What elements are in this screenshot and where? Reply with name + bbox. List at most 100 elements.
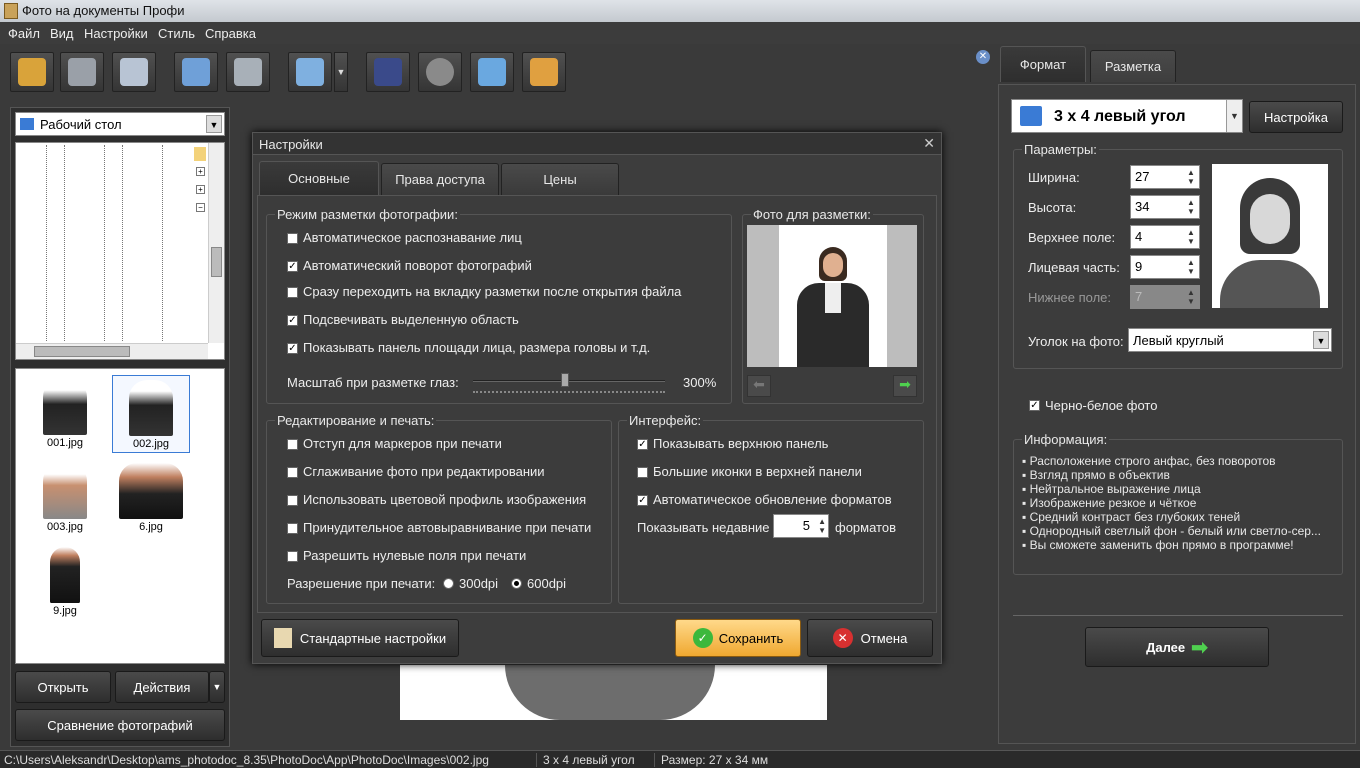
chevron-down-icon[interactable]: ▼ <box>1226 100 1242 132</box>
bw-checkbox[interactable]: ✓ <box>1029 400 1040 411</box>
face-panel-checkbox[interactable]: ✓ <box>287 343 298 354</box>
edit-print-title: Редактирование и печать: <box>275 413 437 428</box>
chevron-down-icon[interactable]: ▼ <box>1313 331 1329 349</box>
tab-general[interactable]: Основные <box>259 161 379 195</box>
status-bar: C:\Users\Aleksandr\Desktop\ams_photodoc_… <box>0 750 1360 768</box>
monitor-dropdown[interactable]: ▼ <box>334 52 348 92</box>
format-settings-button[interactable]: Настройка <box>1249 101 1343 133</box>
expand-icon[interactable]: + <box>196 167 205 176</box>
tab-format[interactable]: Формат <box>1000 46 1086 82</box>
print-icon <box>120 58 148 86</box>
photo-canvas[interactable] <box>400 665 827 720</box>
slider-thumb[interactable] <box>561 373 570 387</box>
menu-file[interactable]: Файл <box>8 26 40 41</box>
close-icon[interactable]: ✕ <box>923 135 935 152</box>
format-select[interactable]: 3 x 4 левый угол ▼ <box>1011 99 1243 133</box>
open-folder-button[interactable] <box>10 52 54 92</box>
left-panel: Рабочий стол ▼ + + − 001.jpg 002.jpg 003… <box>10 107 230 747</box>
collapse-icon[interactable]: − <box>196 203 205 212</box>
defaults-button[interactable]: Стандартные настройки <box>261 619 459 657</box>
home-icon <box>478 58 506 86</box>
actions-dropdown[interactable]: ▼ <box>209 671 225 703</box>
face-part-spinner[interactable]: 9 ▲ ▼ <box>1130 255 1200 279</box>
tab-prices[interactable]: Цены <box>501 163 619 195</box>
goto-markup-checkbox[interactable] <box>287 287 298 298</box>
menu-style[interactable]: Стиль <box>158 26 195 41</box>
monitor-button[interactable] <box>288 52 332 92</box>
video-button[interactable] <box>418 52 462 92</box>
info-group: Информация: ▪ Расположение строго анфас,… <box>1013 432 1343 575</box>
next-button[interactable]: Далее ➡ <box>1085 627 1269 667</box>
cancel-button[interactable]: ✕ Отмена <box>807 619 933 657</box>
big-icons-checkbox[interactable] <box>637 467 648 478</box>
height-label: Высота: <box>1028 200 1077 215</box>
bottom-margin-label: Нижнее поле: <box>1028 290 1112 305</box>
thumbnail-item-selected[interactable]: 002.jpg <box>112 375 190 453</box>
expand-icon[interactable]: + <box>196 185 205 194</box>
width-spinner[interactable]: 27 ▲ ▼ <box>1130 165 1200 189</box>
auto-rotate-checkbox[interactable]: ✓ <box>287 261 298 272</box>
radio-600dpi[interactable] <box>511 578 522 589</box>
compare-photos-button[interactable]: Сравнение фотографий <box>15 709 225 741</box>
radio-300dpi[interactable] <box>443 578 454 589</box>
print-button[interactable] <box>112 52 156 92</box>
menu-settings[interactable]: Настройки <box>84 26 148 41</box>
shop-button[interactable] <box>522 52 566 92</box>
folder-select[interactable]: Рабочий стол ▼ <box>15 112 225 136</box>
document-icon <box>273 628 292 648</box>
auto-align-checkbox[interactable] <box>287 523 298 534</box>
scrollbar-thumb[interactable] <box>211 247 222 277</box>
open-button[interactable]: Открыть <box>15 671 111 703</box>
help-button[interactable] <box>366 52 410 92</box>
save-icon <box>68 58 96 86</box>
markup-photo <box>747 225 917 367</box>
face-detect-checkbox[interactable] <box>287 233 298 244</box>
info-item: ▪ Нейтральное выражение лица <box>1022 482 1201 496</box>
scrollbar-thumb[interactable] <box>34 346 130 357</box>
auto-update-checkbox[interactable]: ✓ <box>637 495 648 506</box>
eye-scale-value: 300% <box>683 375 717 390</box>
users-button[interactable] <box>174 52 218 92</box>
folder-tree[interactable]: + + − <box>15 142 225 360</box>
save-button[interactable] <box>60 52 104 92</box>
close-panel-icon[interactable]: ✕ <box>976 50 990 64</box>
tree-horizontal-scrollbar[interactable] <box>16 343 208 359</box>
title-bar: Фото на документы Профи <box>0 0 1360 22</box>
camera-button[interactable] <box>226 52 270 92</box>
chevron-down-icon[interactable]: ▼ <box>206 115 222 133</box>
arrow-left-icon[interactable]: ⬅ <box>747 375 771 397</box>
menu-help[interactable]: Справка <box>205 26 256 41</box>
top-margin-spinner[interactable]: 4 ▲ ▼ <box>1130 225 1200 249</box>
info-item: ▪ Однородный светлый фон - белый или све… <box>1022 524 1321 538</box>
smoothing-checkbox[interactable] <box>287 467 298 478</box>
height-spinner[interactable]: 34 ▲ ▼ <box>1130 195 1200 219</box>
show-top-panel-checkbox[interactable]: ✓ <box>637 439 648 450</box>
home-button[interactable] <box>470 52 514 92</box>
tree-vertical-scrollbar[interactable] <box>208 143 224 343</box>
save-settings-button[interactable]: ✓ Сохранить <box>675 619 801 657</box>
tab-access-rights[interactable]: Права доступа <box>381 163 499 195</box>
thumbnail-item[interactable]: 001.jpg <box>26 375 104 453</box>
preview-photo <box>1212 164 1328 308</box>
format-value: 3 x 4 левый угол <box>1054 108 1186 125</box>
thumbnail-item[interactable]: 9.jpg <box>26 543 104 621</box>
highlight-checkbox[interactable]: ✓ <box>287 315 298 326</box>
face-part-label: Лицевая часть: <box>1028 260 1120 275</box>
tab-layout[interactable]: Разметка <box>1090 50 1176 82</box>
color-profile-checkbox[interactable] <box>287 495 298 506</box>
markup-mode-group: Режим разметки фотографии: Автоматическо… <box>266 207 732 404</box>
arrow-right-icon[interactable]: ➡ <box>893 375 917 397</box>
thumbnail-item[interactable]: 003.jpg <box>26 459 104 537</box>
zero-margins-checkbox[interactable] <box>287 551 298 562</box>
folder-select-value: Рабочий стол <box>40 117 122 132</box>
actions-button[interactable]: Действия <box>115 671 209 703</box>
menu-view[interactable]: Вид <box>50 26 74 41</box>
marker-indent-checkbox[interactable] <box>287 439 298 450</box>
thumbnail-item[interactable]: 6.jpg <box>112 459 190 537</box>
corner-select[interactable]: Левый круглый ▼ <box>1128 328 1332 352</box>
arrow-right-icon: ➡ <box>1191 636 1208 659</box>
info-item: ▪ Вы сможете заменить фон прямо в програ… <box>1022 538 1294 552</box>
interface-title: Интерфейс: <box>627 413 704 428</box>
recent-spinner[interactable]: 5 ▲ ▼ <box>773 514 829 538</box>
monitor-icon <box>296 58 324 86</box>
